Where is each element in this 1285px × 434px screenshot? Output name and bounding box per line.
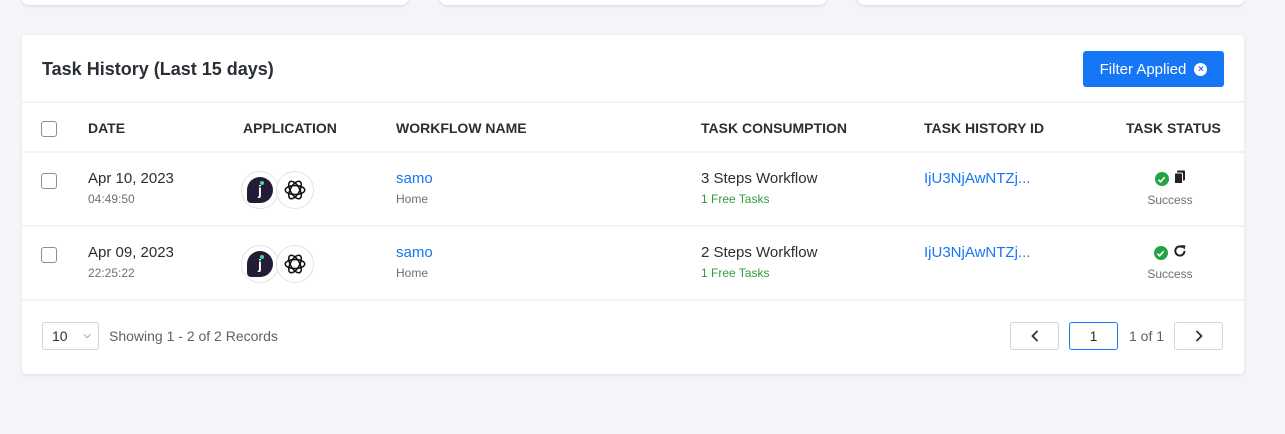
- workflow-folder: Home: [396, 192, 429, 206]
- header-task-consumption[interactable]: TASK CONSUMPTION: [701, 120, 847, 136]
- card-title: Task History (Last 15 days): [42, 59, 274, 79]
- task-time: 22:25:22: [88, 266, 135, 280]
- row-checkbox[interactable]: [41, 173, 57, 189]
- chevron-left-icon: [1030, 330, 1038, 342]
- success-check-icon: [1154, 172, 1169, 186]
- openai-icon: [276, 171, 314, 209]
- row-checkbox[interactable]: [41, 247, 57, 263]
- table-row[interactable]: Apr 10, 2023 04:49:50 j samo Home 3 Step…: [22, 153, 1244, 227]
- page-size-select[interactable]: 10 ⌵: [42, 322, 99, 350]
- retry-icon[interactable]: [1173, 244, 1187, 263]
- page-size-value: 10: [52, 328, 68, 344]
- workflow-folder: Home: [396, 266, 429, 280]
- summary-card-3: [858, 0, 1244, 5]
- header-task-history-id[interactable]: TASK HISTORY ID: [924, 120, 1044, 136]
- success-check-icon: [1153, 246, 1168, 260]
- chevron-right-icon: [1195, 330, 1203, 342]
- task-history-id-link[interactable]: IjU3NjAwNTZj...: [924, 170, 1030, 187]
- free-tasks: 1 Free Tasks: [701, 266, 770, 280]
- task-time: 04:49:50: [88, 192, 135, 206]
- current-page-input[interactable]: 1: [1069, 322, 1118, 350]
- header-workflow-name[interactable]: WORKFLOW NAME: [396, 120, 527, 136]
- summary-card-1: [22, 0, 408, 5]
- j-app-icon: j: [241, 245, 279, 283]
- task-status: Success: [1147, 267, 1193, 281]
- date-cell: Apr 09, 2023 22:25:22: [88, 244, 174, 280]
- previous-page-button[interactable]: [1010, 322, 1059, 350]
- page-count: 1 of 1: [1129, 328, 1165, 344]
- task-date: Apr 09, 2023: [88, 244, 174, 261]
- table-header-row: DATE APPLICATION WORKFLOW NAME TASK CONS…: [22, 103, 1244, 153]
- status-cell: Success: [1125, 170, 1215, 207]
- j-app-icon: j: [241, 171, 279, 209]
- table-footer: 10 ⌵ Showing 1 - 2 of 2 Records 1 1 of 1: [22, 301, 1244, 374]
- free-tasks: 1 Free Tasks: [701, 192, 770, 206]
- document-icon[interactable]: [1173, 170, 1186, 189]
- date-cell: Apr 10, 2023 04:49:50: [88, 170, 174, 206]
- records-summary: Showing 1 - 2 of 2 Records: [109, 328, 278, 344]
- next-page-button[interactable]: [1174, 322, 1223, 350]
- select-all-checkbox[interactable]: [41, 121, 57, 137]
- filter-applied-label: Filter Applied: [1099, 60, 1187, 78]
- clear-filter-icon[interactable]: ×: [1194, 62, 1208, 76]
- application-cell: j: [241, 245, 314, 283]
- workflow-name-link[interactable]: samo: [396, 244, 433, 261]
- header-date[interactable]: DATE: [88, 120, 125, 136]
- task-consumption: 3 Steps Workflow: [701, 170, 818, 187]
- application-cell: j: [241, 171, 314, 209]
- consumption-cell: 2 Steps Workflow 1 Free Tasks: [701, 244, 817, 280]
- openai-icon: [276, 245, 314, 283]
- status-cell: Success: [1125, 244, 1215, 281]
- consumption-cell: 3 Steps Workflow 1 Free Tasks: [701, 170, 817, 206]
- header-task-status[interactable]: TASK STATUS: [1126, 120, 1221, 136]
- task-history-card: Task History (Last 15 days) Filter Appli…: [22, 35, 1244, 374]
- workflow-cell: samo Home: [396, 170, 433, 206]
- header-application[interactable]: APPLICATION: [243, 120, 337, 136]
- workflow-name-link[interactable]: samo: [396, 170, 433, 187]
- summary-card-2: [440, 0, 826, 5]
- card-header: Task History (Last 15 days) Filter Appli…: [22, 35, 1244, 103]
- filter-applied-button[interactable]: Filter Applied ×: [1083, 51, 1224, 87]
- task-history-id-link[interactable]: IjU3NjAwNTZj...: [924, 244, 1030, 261]
- task-date: Apr 10, 2023: [88, 170, 174, 187]
- task-status: Success: [1147, 193, 1193, 207]
- chevron-down-icon: ⌵: [83, 330, 91, 341]
- task-consumption: 2 Steps Workflow: [701, 244, 818, 261]
- workflow-cell: samo Home: [396, 244, 433, 280]
- table-row[interactable]: Apr 09, 2023 22:25:22 j samo Home 2 Step…: [22, 227, 1244, 301]
